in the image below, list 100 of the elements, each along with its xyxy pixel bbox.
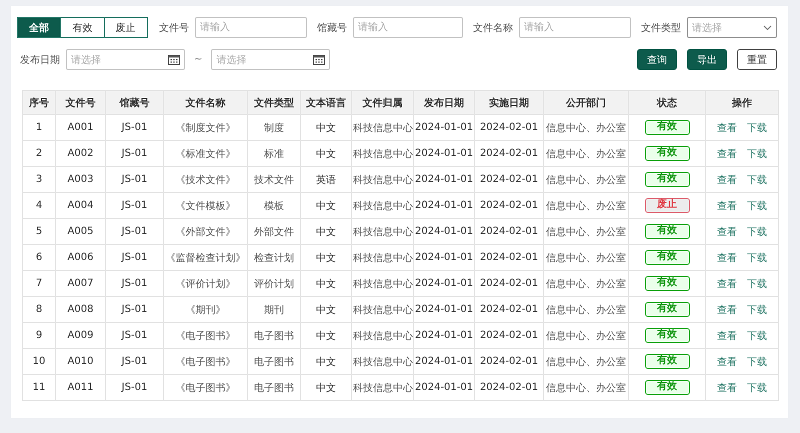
status-badge: 有效 — [644, 224, 690, 239]
table-cell: JS-01 — [106, 296, 164, 322]
table-cell: A003 — [56, 166, 106, 192]
table-cell: 《电子图书》 — [164, 374, 248, 400]
table-cell: A010 — [56, 348, 106, 374]
table-cell: 《电子图书》 — [164, 322, 248, 348]
status-badge: 有效 — [644, 120, 690, 135]
table-cell: 信息中心、办公室 — [544, 192, 628, 218]
table-cell: 电子图书 — [248, 348, 300, 374]
table-cell: 科技信息中心 — [352, 244, 414, 270]
table-cell: 信息中心、办公室 — [544, 218, 628, 244]
status-badge: 有效 — [644, 250, 690, 265]
table-cell: JS-01 — [106, 140, 164, 166]
table-cell: 科技信息中心 — [352, 192, 414, 218]
table-cell: 11 — [22, 374, 56, 400]
table-cell: 信息中心、办公室 — [544, 244, 628, 270]
table-cell: 信息中心、办公室 — [544, 114, 628, 140]
table-cell: JS-01 — [106, 218, 164, 244]
table-cell: 中文 — [300, 218, 352, 244]
filter-tab[interactable]: 废止 — [104, 17, 148, 38]
action-link[interactable]: 查看 — [717, 356, 737, 368]
status-badge: 废止 — [644, 198, 690, 213]
action-link[interactable]: 查看 — [717, 382, 737, 394]
table-cell: JS-01 — [106, 374, 164, 400]
table-cell: 中文 — [300, 114, 352, 140]
filter-tab[interactable]: 全部 — [17, 17, 62, 38]
table-cell: 2024-01-01 — [414, 218, 474, 244]
action-link[interactable]: 查看 — [717, 330, 737, 342]
table-cell: 信息中心、办公室 — [544, 166, 628, 192]
table-cell: JS-01 — [106, 270, 164, 296]
action-link[interactable]: 查看 — [717, 148, 737, 160]
table-cell: A001 — [56, 114, 106, 140]
column-header: 文件类型 — [248, 90, 300, 114]
action-link[interactable]: 查看 — [717, 226, 737, 238]
primary-button[interactable]: 查询 — [637, 49, 677, 70]
column-header: 操作 — [706, 90, 778, 114]
table-cell: JS-01 — [106, 348, 164, 374]
table-cell: 《外部文件》 — [164, 218, 248, 244]
table-cell: 2024-01-01 — [414, 322, 474, 348]
column-header: 公开部门 — [544, 90, 628, 114]
action-link[interactable]: 下载 — [747, 122, 767, 134]
status-badge: 有效 — [644, 328, 690, 343]
table-cell: 2024-02-01 — [474, 322, 544, 348]
table-cell: 中文 — [300, 348, 352, 374]
filter-tab[interactable]: 有效 — [60, 17, 105, 38]
action-link[interactable]: 下载 — [747, 252, 767, 264]
table-cell: 5 — [22, 218, 56, 244]
table-cell: 外部文件 — [248, 218, 300, 244]
action-link[interactable]: 查看 — [717, 278, 737, 290]
table-cell: 2024-01-01 — [414, 192, 474, 218]
status-badge: 有效 — [644, 276, 690, 291]
table-cell: 科技信息中心 — [352, 322, 414, 348]
reset-button[interactable]: 重置 — [737, 49, 777, 70]
table-cell: 信息中心、办公室 — [544, 348, 628, 374]
input-field[interactable]: 请输入 — [194, 17, 307, 38]
action-link[interactable]: 下载 — [747, 382, 767, 394]
action-link[interactable]: 查看 — [717, 304, 737, 316]
chevron-down-icon — [763, 24, 772, 30]
action-link[interactable]: 查看 — [717, 252, 737, 264]
status-badge: 有效 — [644, 354, 690, 369]
column-header: 实施日期 — [474, 90, 544, 114]
table-cell: 《期刊》 — [164, 296, 248, 322]
primary-button[interactable]: 导出 — [687, 49, 727, 70]
table-cell: 科技信息中心 — [352, 270, 414, 296]
table-cell: 2024-01-01 — [414, 140, 474, 166]
table-cell: 3 — [22, 166, 56, 192]
input-field[interactable]: 请输入 — [352, 17, 463, 38]
action-link[interactable]: 下载 — [747, 226, 767, 238]
table-cell: 2024-02-01 — [474, 218, 544, 244]
action-link[interactable]: 查看 — [717, 174, 737, 186]
input-field[interactable]: 请输入 — [518, 17, 631, 38]
status-badge: 有效 — [644, 146, 690, 161]
action-link[interactable]: 下载 — [747, 148, 767, 160]
column-header: 文件名称 — [164, 90, 248, 114]
action-link[interactable]: 查看 — [717, 122, 737, 134]
table-cell: 技术文件 — [248, 166, 300, 192]
action-link[interactable]: 查看 — [717, 200, 737, 212]
field-label: 文件号 — [158, 22, 189, 34]
action-link[interactable]: 下载 — [747, 356, 767, 368]
table-cell: 7 — [22, 270, 56, 296]
table-cell: 10 — [22, 348, 56, 374]
table-cell: 科技信息中心 — [352, 114, 414, 140]
table-cell: 制度 — [248, 114, 300, 140]
action-link[interactable]: 下载 — [747, 174, 767, 186]
table-cell: 《监督检查计划》 — [164, 244, 248, 270]
table-cell: 科技信息中心 — [352, 374, 414, 400]
column-header: 序号 — [22, 90, 56, 114]
table-cell: 中文 — [300, 322, 352, 348]
action-link[interactable]: 下载 — [747, 200, 767, 212]
table-cell: 标准 — [248, 140, 300, 166]
table-cell: 2024-01-01 — [414, 244, 474, 270]
table-cell: 2024-01-01 — [414, 374, 474, 400]
table-cell: 信息中心、办公室 — [544, 270, 628, 296]
action-link[interactable]: 下载 — [747, 304, 767, 316]
action-link[interactable]: 下载 — [747, 330, 767, 342]
table-cell: 信息中心、办公室 — [544, 296, 628, 322]
table-cell: A011 — [56, 374, 106, 400]
column-header: 文本语言 — [300, 90, 352, 114]
field-label: 馆藏号 — [316, 22, 347, 34]
action-link[interactable]: 下载 — [747, 278, 767, 290]
